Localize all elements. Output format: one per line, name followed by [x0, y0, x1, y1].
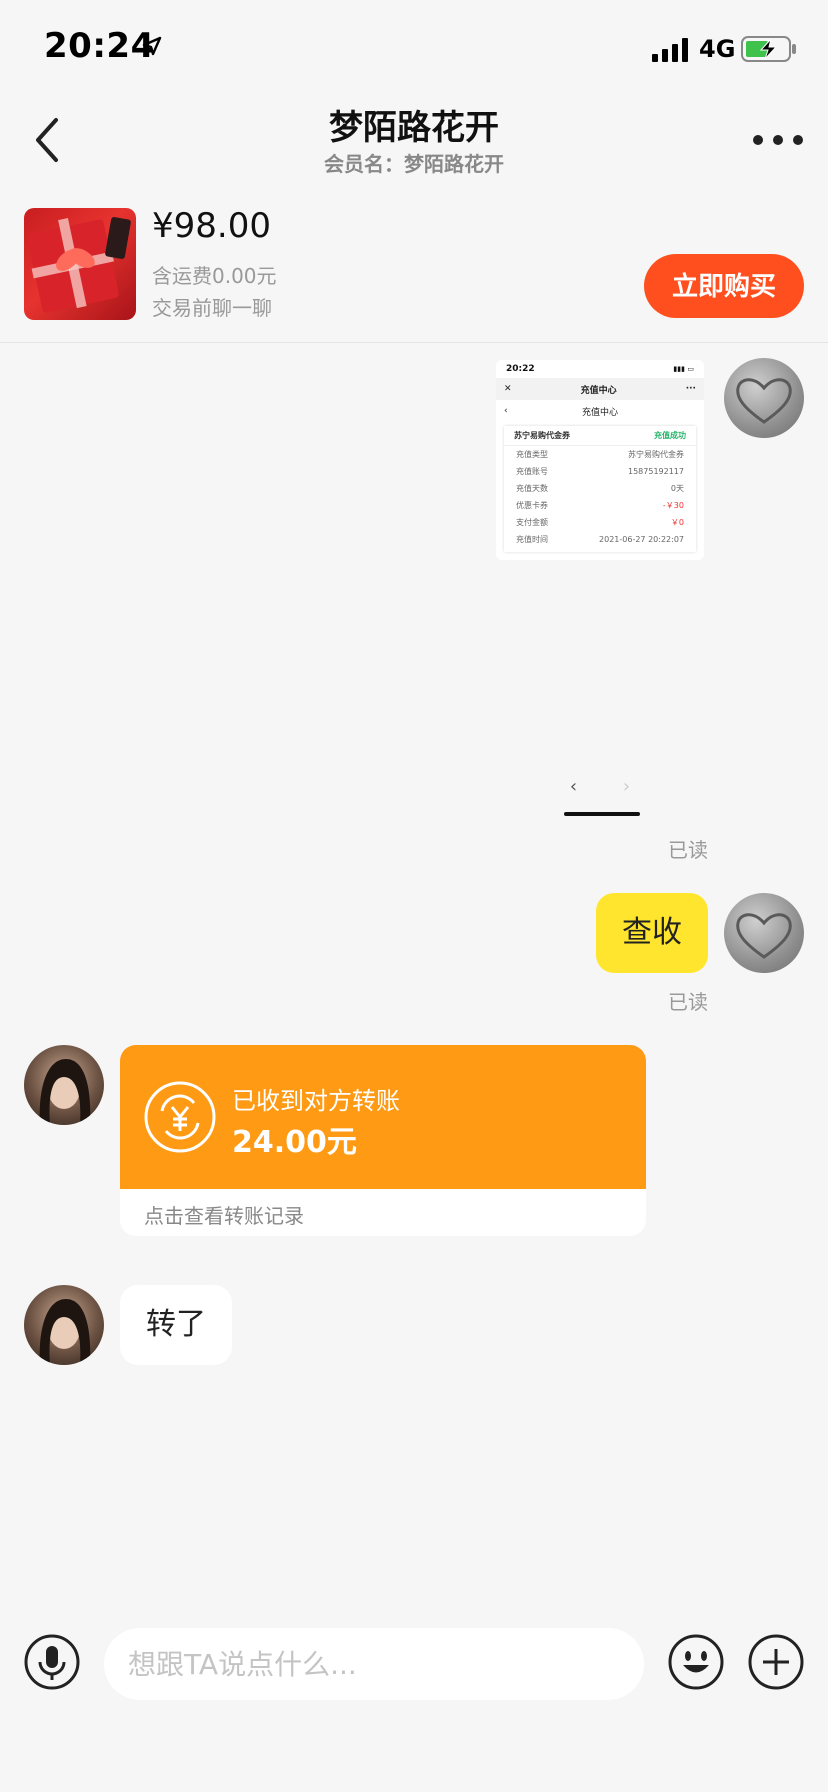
shot-more-icon: ··· — [685, 384, 696, 394]
shot-row-label: 支付金额 — [516, 518, 548, 527]
chat-hint: 交易前聊一聊 — [152, 296, 272, 320]
shot-row-value: -￥30 — [662, 501, 684, 510]
shot-row-value: 2021-06-27 20:22:07 — [599, 535, 684, 544]
shot-row-label: 优惠卡券 — [516, 501, 548, 510]
shot-row-value: 苏宁易购代金券 — [628, 450, 684, 459]
shot-close-icon: ✕ — [504, 384, 512, 394]
product-image[interactable] — [24, 208, 136, 320]
shot-card-title: 苏宁易购代金券 — [514, 431, 570, 440]
shot-card: 苏宁易购代金券 充值成功 充值类型 苏宁易购代金券 充值账号 15875192117… — [504, 426, 696, 552]
transfer-title: 已收到对方转账 — [232, 1087, 400, 1115]
signal-icon — [652, 38, 688, 62]
shot-back-icon: ‹ — [504, 406, 508, 416]
shot-header-title: 充值中心 — [580, 385, 617, 396]
shot-row-value: 15875192117 — [628, 467, 684, 476]
shot-row-value: 0天 — [670, 484, 684, 493]
pager-next[interactable]: › — [623, 776, 630, 797]
gift-box-icon — [27, 217, 131, 313]
add-icon[interactable] — [748, 1634, 804, 1690]
network-label: 4G — [699, 35, 736, 63]
microphone-icon[interactable] — [24, 1634, 80, 1690]
recharge-screenshot: 20:22 ▮▮▮ ▭ ✕ 充值中心 ··· ‹ 充值中心 苏宁易购代金券 充值… — [496, 360, 704, 560]
read-status: 已读 — [668, 990, 708, 1014]
shot-status-time: 20:22 — [506, 364, 535, 374]
shot-row-value: ￥0 — [670, 518, 684, 527]
shot-row-label: 充值类型 — [516, 450, 548, 459]
shot-row-label: 充值天数 — [516, 484, 548, 493]
shot-sub-title: 充值中心 — [581, 407, 618, 418]
avatar-me[interactable] — [724, 358, 804, 438]
image-pager: ‹ › — [492, 776, 708, 797]
home-indicator — [564, 812, 640, 816]
heart-stone-icon — [736, 378, 792, 424]
shot-row-label: 充值账号 — [516, 467, 548, 476]
message-bubble-sent[interactable]: 查收 — [596, 893, 708, 973]
avatar-other[interactable] — [24, 1045, 104, 1125]
battery-charging-icon — [741, 36, 796, 62]
yuan-transfer-icon — [144, 1081, 216, 1153]
transfer-card[interactable]: 已收到对方转账 24.00元 点击查看转账记录 — [120, 1045, 646, 1236]
pager-prev[interactable]: ‹ — [570, 776, 577, 797]
heart-stone-icon — [736, 913, 792, 959]
shot-row-label: 充值时间 — [516, 535, 548, 544]
read-status: 已读 — [668, 838, 708, 862]
product-price: ¥98.00 — [152, 206, 271, 246]
more-options-icon[interactable] — [750, 130, 806, 150]
avatar-other[interactable] — [24, 1285, 104, 1365]
divider — [0, 342, 828, 343]
shipping-fee: 含运费0.00元 — [152, 264, 277, 288]
page-title: 梦陌路花开 — [329, 108, 499, 148]
avatar-photo-icon — [39, 1299, 91, 1365]
shot-card-status: 充值成功 — [654, 431, 686, 440]
emoji-icon[interactable] — [668, 1634, 724, 1690]
member-name: 会员名：梦陌路花开 — [324, 152, 504, 176]
message-input[interactable] — [104, 1628, 644, 1700]
message-bubble-received[interactable]: 转了 — [120, 1285, 232, 1365]
image-message[interactable]: 20:22 ▮▮▮ ▭ ✕ 充值中心 ··· ‹ 充值中心 苏宁易购代金券 充值… — [492, 356, 708, 820]
avatar-me[interactable] — [724, 893, 804, 973]
avatar-photo-icon — [39, 1059, 91, 1125]
status-time: 20:24 — [44, 26, 155, 66]
transfer-amount: 24.00元 — [232, 1125, 357, 1160]
transfer-record-link[interactable]: 点击查看转账记录 — [144, 1200, 304, 1229]
buy-now-button[interactable]: 立即购买 — [644, 254, 804, 318]
location-arrow-icon — [142, 36, 162, 56]
shot-status-icons: ▮▮▮ ▭ — [673, 365, 694, 373]
